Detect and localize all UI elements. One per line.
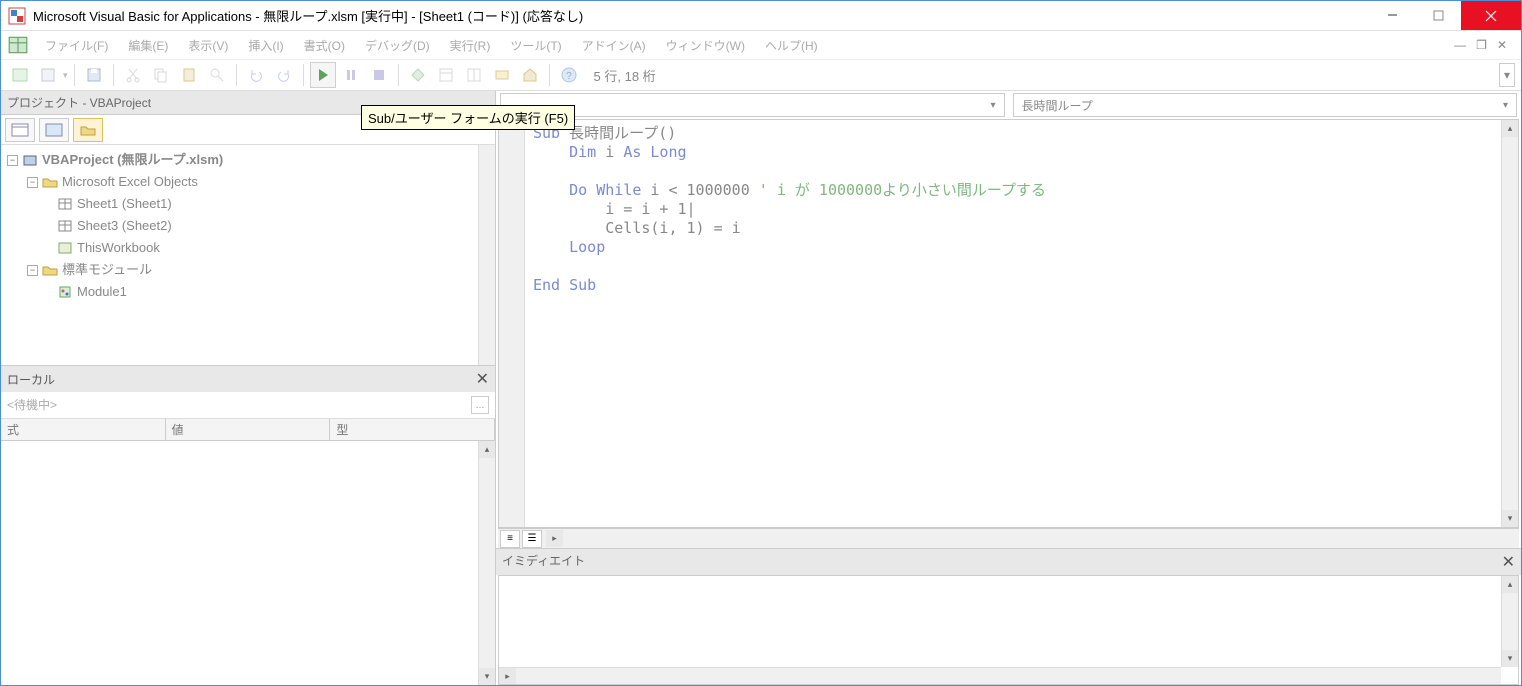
procedure-view-button[interactable]: ≡ bbox=[500, 530, 520, 548]
menu-insert[interactable]: 挿入(I) bbox=[238, 34, 293, 57]
locals-waiting-text: <待機中> bbox=[7, 396, 57, 414]
menu-format[interactable]: 書式(O) bbox=[294, 34, 355, 57]
immediate-scrollbar-v[interactable]: ▴▾ bbox=[1501, 576, 1518, 667]
menu-view[interactable]: 表示(V) bbox=[178, 34, 238, 57]
folder-excel-objects[interactable]: Microsoft Excel Objects bbox=[62, 171, 198, 193]
toolbar: ▾ ? 5 行, 18 桁 ▾ bbox=[1, 59, 1521, 91]
code-editor[interactable]: Sub 長時間ループ() Dim i As Long Do While i < … bbox=[498, 119, 1519, 528]
locals-header: ローカル✕ bbox=[1, 365, 495, 392]
maximize-button[interactable] bbox=[1415, 1, 1461, 30]
minimize-button[interactable] bbox=[1369, 1, 1415, 30]
menu-tools[interactable]: ツール(T) bbox=[500, 34, 571, 57]
locals-dropdown-button[interactable]: … bbox=[471, 396, 489, 414]
mdi-close-button[interactable]: ✕ bbox=[1497, 38, 1507, 52]
immediate-scrollbar-h[interactable]: ◂▸ bbox=[499, 667, 1501, 684]
break-button[interactable] bbox=[338, 62, 364, 88]
menu-window[interactable]: ウィンドウ(W) bbox=[656, 34, 755, 57]
tree-item-sheet3[interactable]: Sheet3 (Sheet2) bbox=[77, 215, 172, 237]
mdi-restore-button[interactable]: ❐ bbox=[1476, 38, 1487, 52]
project-root[interactable]: VBAProject (無限ループ.xlsm) bbox=[42, 149, 223, 171]
mdi-minimize-button[interactable]: — bbox=[1454, 38, 1466, 52]
reset-button[interactable] bbox=[366, 62, 392, 88]
locals-col-val[interactable]: 値 bbox=[166, 419, 331, 440]
locals-columns: 式 値 型 bbox=[1, 419, 495, 441]
view-excel-button[interactable] bbox=[7, 62, 33, 88]
menu-edit[interactable]: 編集(E) bbox=[118, 34, 178, 57]
locals-close-button[interactable]: ✕ bbox=[476, 369, 489, 389]
code-scrollbar-h[interactable]: ◂▸ bbox=[546, 530, 1515, 547]
project-scrollbar[interactable] bbox=[478, 145, 495, 365]
app-icon bbox=[7, 6, 27, 26]
tree-item-thisworkbook[interactable]: ThisWorkbook bbox=[77, 237, 160, 259]
menu-addins[interactable]: アドイン(A) bbox=[572, 34, 656, 57]
toolbox-button[interactable] bbox=[517, 62, 543, 88]
collapse-icon[interactable]: − bbox=[7, 155, 18, 166]
project-explorer-button[interactable] bbox=[433, 62, 459, 88]
insert-module-button[interactable] bbox=[35, 62, 61, 88]
procedure-dropdown[interactable]: 長時間ループ▾ bbox=[1013, 93, 1518, 117]
paste-button[interactable] bbox=[176, 62, 202, 88]
undo-button[interactable] bbox=[243, 62, 269, 88]
code-text[interactable]: Sub 長時間ループ() Dim i As Long Do While i < … bbox=[525, 120, 1501, 527]
tree-item-sheet1[interactable]: Sheet1 (Sheet1) bbox=[77, 193, 172, 215]
view-object-button[interactable] bbox=[39, 118, 69, 142]
immediate-header: イミディエイト✕ bbox=[496, 548, 1521, 575]
immediate-close-button[interactable]: ✕ bbox=[1502, 552, 1515, 572]
cursor-position: 5 行, 18 桁 bbox=[584, 66, 666, 85]
locals-body: ▴▾ bbox=[1, 441, 495, 685]
menu-help[interactable]: ヘルプ(H) bbox=[755, 34, 828, 57]
excel-icon[interactable] bbox=[7, 34, 29, 56]
view-code-button[interactable] bbox=[5, 118, 35, 142]
design-mode-button[interactable] bbox=[405, 62, 431, 88]
immediate-window[interactable]: ▴▾ ◂▸ bbox=[498, 575, 1519, 685]
menu-file[interactable]: ファイル(F) bbox=[35, 34, 118, 57]
titlebar: Microsoft Visual Basic for Applications … bbox=[1, 1, 1521, 31]
close-button[interactable] bbox=[1461, 1, 1521, 30]
copy-button[interactable] bbox=[148, 62, 174, 88]
window-title: Microsoft Visual Basic for Applications … bbox=[33, 6, 1369, 25]
object-dropdown[interactable]: ▾ bbox=[500, 93, 1005, 117]
collapse-icon[interactable]: − bbox=[27, 177, 38, 188]
code-margin[interactable] bbox=[499, 120, 525, 527]
svg-text:?: ? bbox=[566, 71, 572, 82]
find-button[interactable] bbox=[204, 62, 230, 88]
menu-run[interactable]: 実行(R) bbox=[440, 34, 501, 57]
menubar: ファイル(F) 編集(E) 表示(V) 挿入(I) 書式(O) デバッグ(D) … bbox=[1, 31, 1521, 59]
locals-scrollbar[interactable]: ▴▾ bbox=[478, 441, 495, 685]
full-module-view-button[interactable]: ☰ bbox=[522, 530, 542, 548]
run-tooltip: Sub/ユーザー フォームの実行 (F5) bbox=[361, 105, 575, 130]
properties-button[interactable] bbox=[461, 62, 487, 88]
object-browser-button[interactable] bbox=[489, 62, 515, 88]
redo-button[interactable] bbox=[271, 62, 297, 88]
project-tree[interactable]: − VBAProject (無限ループ.xlsm) − Microsoft Ex… bbox=[1, 145, 495, 307]
locals-col-type[interactable]: 型 bbox=[330, 419, 495, 440]
toolbar-overflow-button[interactable]: ▾ bbox=[1499, 63, 1515, 87]
toggle-folders-button[interactable] bbox=[73, 118, 103, 142]
menu-debug[interactable]: デバッグ(D) bbox=[355, 34, 440, 57]
tree-item-module1[interactable]: Module1 bbox=[77, 281, 127, 303]
folder-modules[interactable]: 標準モジュール bbox=[62, 259, 152, 281]
locals-col-expr[interactable]: 式 bbox=[1, 419, 166, 440]
collapse-icon[interactable]: − bbox=[27, 265, 38, 276]
code-scrollbar-v[interactable]: ▴▾ bbox=[1501, 120, 1518, 527]
save-button[interactable] bbox=[81, 62, 107, 88]
help-button[interactable]: ? bbox=[556, 62, 582, 88]
cut-button[interactable] bbox=[120, 62, 146, 88]
run-button[interactable] bbox=[310, 62, 336, 88]
